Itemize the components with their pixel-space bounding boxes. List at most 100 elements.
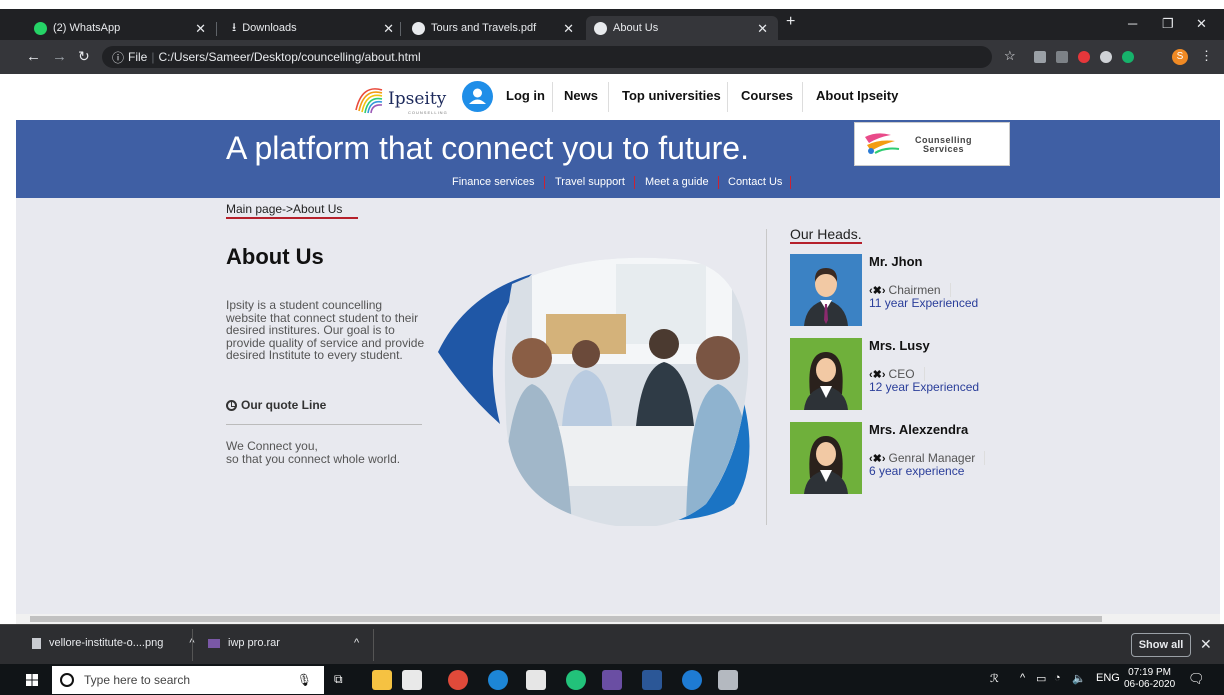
- user-avatar-icon[interactable]: [462, 81, 493, 112]
- taskbar-search[interactable]: Type here to search 🎙: [52, 666, 324, 694]
- chrome-icon: [594, 21, 607, 35]
- close-tab-icon[interactable]: ✕: [195, 21, 206, 37]
- extension-icon[interactable]: [1100, 51, 1112, 63]
- logo-text[interactable]: Ipseity: [388, 89, 446, 109]
- role-icon: ‹✖›: [869, 368, 886, 381]
- url-text: C:/Users/Sameer/Desktop/councelling/abou…: [158, 50, 421, 64]
- url-separator: |: [151, 50, 155, 64]
- menu-kebab-icon[interactable]: ⋮: [1200, 48, 1213, 64]
- battery-icon[interactable]: ▭: [1036, 672, 1046, 685]
- browser-tab-strip: (2) WhatsApp ✕ ⭳ Downloads ✕ Tours and T…: [0, 0, 1224, 40]
- role-icon: ‹✖›: [869, 452, 886, 465]
- chevron-up-icon[interactable]: ^: [1020, 672, 1025, 684]
- nav-news[interactable]: News: [564, 88, 598, 103]
- subnav-meet-a-guide[interactable]: Meet a guide: [645, 176, 709, 188]
- store-icon[interactable]: [402, 670, 422, 690]
- nav-login[interactable]: Log in: [506, 88, 545, 103]
- language-indicator[interactable]: ENG: [1096, 672, 1120, 684]
- paint-icon[interactable]: [718, 670, 738, 690]
- close-tab-icon[interactable]: ✕: [563, 21, 574, 37]
- avatar: [790, 254, 862, 326]
- winrar-icon[interactable]: [602, 670, 622, 690]
- tab-about-us[interactable]: About Us ✕: [586, 16, 778, 40]
- quote-text: We Connect you, so that you connect whol…: [226, 440, 436, 466]
- minimize-icon[interactable]: ─: [1128, 16, 1137, 31]
- quote-line-1: We Connect you,: [226, 439, 318, 453]
- download-item[interactable]: iwp pro.rar ^: [208, 637, 359, 649]
- head-card: Mrs. Lusy ‹✖› CEO 12 year Experienced: [790, 338, 1090, 410]
- whatsapp-icon: [34, 21, 47, 35]
- address-bar[interactable]: ⓘ File | C:/Users/Sameer/Desktop/councel…: [102, 46, 992, 68]
- head-name: Mrs. Alexzendra: [869, 422, 969, 437]
- nav-divider: [552, 82, 553, 112]
- clock-time: 07:19 PM: [1128, 667, 1171, 678]
- nav-about-ipseity[interactable]: About Ipseity: [816, 88, 898, 103]
- close-window-icon[interactable]: ✕: [1196, 16, 1207, 32]
- edge-icon[interactable]: [682, 670, 702, 690]
- breadcrumb-underline: [226, 217, 358, 219]
- tab-downloads[interactable]: ⭳ Downloads ✕: [224, 16, 404, 40]
- new-tab-icon[interactable]: +: [786, 13, 795, 31]
- extension-icon[interactable]: [1056, 51, 1068, 63]
- back-icon[interactable]: ←: [26, 48, 41, 65]
- wifi-icon[interactable]: ◔: [1054, 672, 1061, 684]
- info-icon[interactable]: ⓘ: [112, 49, 124, 66]
- nav-courses[interactable]: Courses: [741, 88, 793, 103]
- close-tab-icon[interactable]: ✕: [757, 21, 768, 37]
- head-experience: 11 year Experienced: [869, 296, 979, 310]
- close-icon[interactable]: ✕: [1200, 636, 1212, 653]
- nav-top-universities[interactable]: Top universities: [622, 88, 721, 103]
- heads-title: Our Heads.: [790, 226, 862, 242]
- chrome-taskbar-icon[interactable]: [448, 670, 468, 690]
- chevron-up-icon[interactable]: ^: [354, 637, 359, 649]
- extension-icon[interactable]: [1078, 51, 1090, 63]
- page-title: About Us: [226, 244, 324, 269]
- page-right-margin: [1220, 74, 1224, 624]
- heads-underline: [790, 242, 862, 244]
- taskbar-clock[interactable]: 07:19 PM 06-06-2020: [1124, 667, 1175, 691]
- reload-icon[interactable]: ↻: [78, 48, 90, 65]
- forward-icon[interactable]: →: [52, 48, 67, 65]
- profile-avatar[interactable]: S: [1172, 49, 1188, 65]
- windows-start-icon[interactable]: [26, 674, 38, 686]
- close-tab-icon[interactable]: ✕: [383, 21, 394, 37]
- counselling-logo-icon: [865, 133, 900, 154]
- subnav-finance-services[interactable]: Finance services: [452, 176, 535, 188]
- grammarly-icon[interactable]: [1122, 51, 1134, 63]
- breadcrumb[interactable]: Main page->About Us: [226, 202, 342, 216]
- windows-taskbar: Type here to search 🎙 ⧉ ℛ ^ ▭ ◔ 🔈 ENG 07…: [0, 664, 1224, 695]
- word-icon[interactable]: [642, 670, 662, 690]
- role-divider: [984, 451, 986, 465]
- search-icon: [60, 673, 74, 687]
- nav-divider: [727, 82, 728, 112]
- scrollbar-thumb[interactable]: [30, 616, 1102, 622]
- people-icon[interactable]: ℛ: [990, 672, 999, 685]
- file-explorer-icon[interactable]: [372, 670, 392, 690]
- volume-icon[interactable]: 🔈: [1072, 672, 1086, 685]
- tab-title: About Us: [613, 22, 659, 34]
- window-top-border: [0, 0, 1224, 9]
- subnav-contact-us[interactable]: Contact Us: [728, 176, 782, 188]
- app-icon[interactable]: [566, 670, 586, 690]
- page-left-margin: [0, 74, 16, 624]
- subnav-travel-support[interactable]: Travel support: [555, 176, 625, 188]
- tab-whatsapp[interactable]: (2) WhatsApp ✕: [26, 16, 216, 40]
- extension-icon[interactable]: [1034, 51, 1046, 63]
- nav-divider: [608, 82, 609, 112]
- download-filename: iwp pro.rar: [228, 637, 280, 649]
- task-view-icon[interactable]: ⧉: [334, 672, 343, 687]
- nav-divider: [802, 82, 803, 112]
- microphone-icon[interactable]: 🎙: [297, 673, 312, 687]
- quote-label: Our quote Line: [241, 398, 327, 412]
- file-icon[interactable]: [526, 670, 546, 690]
- tab-title: Tours and Travels.pdf: [431, 22, 537, 34]
- bookmark-star-icon[interactable]: ☆: [1004, 48, 1016, 64]
- show-all-button[interactable]: Show all: [1131, 633, 1191, 657]
- tab-tours-pdf[interactable]: Tours and Travels.pdf ✕: [404, 16, 584, 40]
- download-item[interactable]: vellore-institute-o....png ^: [32, 637, 195, 649]
- head-role-text: Genral Manager: [888, 451, 976, 465]
- notification-icon[interactable]: 🗨: [1188, 671, 1205, 687]
- teamviewer-icon[interactable]: [488, 670, 508, 690]
- horizontal-scrollbar[interactable]: [16, 614, 1220, 624]
- restore-icon[interactable]: ❐: [1162, 16, 1174, 32]
